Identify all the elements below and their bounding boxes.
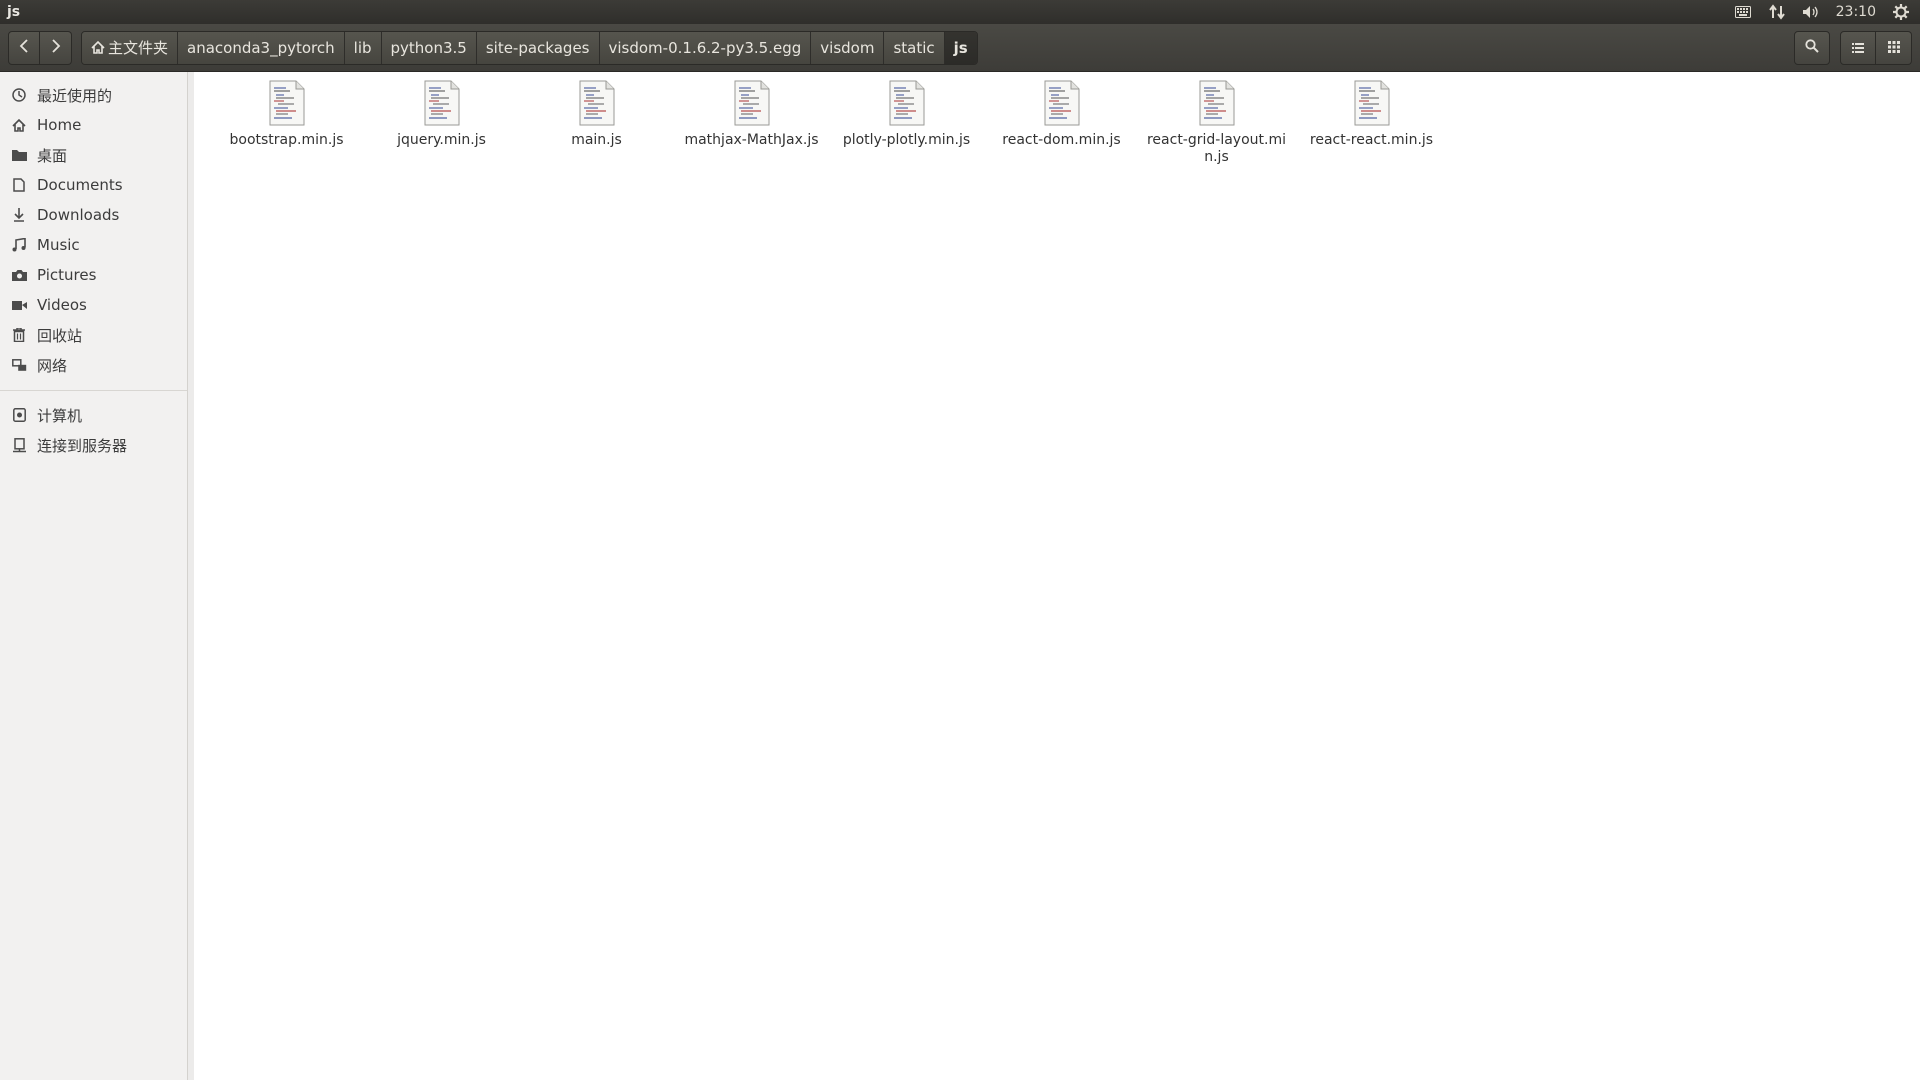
grid-view-icon xyxy=(1887,38,1900,57)
sidebar-item-videos[interactable]: Videos xyxy=(0,290,187,320)
network-icon xyxy=(10,357,28,373)
list-view-button[interactable] xyxy=(1840,30,1876,65)
file-item[interactable]: react-dom.min.js xyxy=(984,80,1139,166)
sidebar-item-label: Pictures xyxy=(37,266,97,284)
window-title: js xyxy=(7,4,21,20)
sidebar-item-label: Music xyxy=(37,236,80,254)
toolbar-right xyxy=(1794,30,1920,65)
javascript-file-icon xyxy=(422,80,462,126)
document-icon xyxy=(10,177,28,193)
file-view[interactable]: bootstrap.min.js jquery.min.js main.js math… xyxy=(194,72,1920,1080)
sidebar-item-music[interactable]: Music xyxy=(0,230,187,260)
sidebar-item-connect-server[interactable]: 连接到服务器 xyxy=(0,430,187,460)
video-icon xyxy=(10,297,28,313)
chevron-right-icon xyxy=(51,38,61,57)
home-icon xyxy=(10,117,28,133)
sidebar-item-documents[interactable]: Documents xyxy=(0,170,187,200)
nav-buttons xyxy=(8,30,72,65)
sidebar: 最近使用的 Home 桌面 Documents Downloads Music … xyxy=(0,72,188,1080)
javascript-file-icon xyxy=(1352,80,1392,126)
sidebar-item-label: 回收站 xyxy=(37,326,83,345)
list-view-icon xyxy=(1852,38,1864,57)
sidebar-item-label: Home xyxy=(37,116,82,134)
view-toggle xyxy=(1840,30,1912,65)
sidebar-item-desktop[interactable]: 桌面 xyxy=(0,140,187,170)
camera-icon xyxy=(10,267,28,283)
file-item[interactable]: react-grid-layout.min.js xyxy=(1139,80,1294,166)
breadcrumb: 主文件夹 anaconda3_pytorch lib python3.5 sit… xyxy=(81,30,978,65)
breadcrumb-visdom-egg[interactable]: visdom-0.1.6.2-py3.5.egg xyxy=(599,31,812,64)
sidebar-item-label: 计算机 xyxy=(37,406,83,425)
sidebar-item-home[interactable]: Home xyxy=(0,110,187,140)
file-name: react-grid-layout.min.js xyxy=(1146,132,1286,165)
breadcrumb-lib[interactable]: lib xyxy=(344,31,382,64)
javascript-file-icon xyxy=(732,80,772,126)
sidebar-item-label: Downloads xyxy=(37,206,120,224)
file-item[interactable]: react-react.min.js xyxy=(1294,80,1449,166)
file-name: react-dom.min.js xyxy=(1002,132,1121,148)
forward-button[interactable] xyxy=(40,30,72,65)
music-icon xyxy=(10,237,28,253)
javascript-file-icon xyxy=(1042,80,1082,126)
sidebar-item-downloads[interactable]: Downloads xyxy=(0,200,187,230)
search-button[interactable] xyxy=(1794,30,1830,65)
file-item[interactable]: mathjax-MathJax.js xyxy=(674,80,829,166)
clock[interactable]: 23:10 xyxy=(1836,4,1876,20)
sidebar-item-label: 网络 xyxy=(37,356,68,375)
clock-icon xyxy=(10,87,28,103)
javascript-file-icon xyxy=(267,80,307,126)
grid-view-button[interactable] xyxy=(1876,30,1912,65)
breadcrumb-js[interactable]: js xyxy=(944,31,977,64)
breadcrumb-visdom[interactable]: visdom xyxy=(811,31,885,64)
network-arrows-icon[interactable] xyxy=(1768,4,1786,20)
breadcrumb-static[interactable]: static xyxy=(884,31,945,64)
sidebar-item-network[interactable]: 网络 xyxy=(0,350,187,380)
sidebar-item-computer[interactable]: 计算机 xyxy=(0,400,187,430)
sidebar-item-label: Documents xyxy=(37,176,123,194)
search-icon xyxy=(1805,38,1819,57)
download-icon xyxy=(10,207,28,223)
breadcrumb-home[interactable]: 主文件夹 xyxy=(82,31,179,64)
back-button[interactable] xyxy=(8,30,40,65)
sidebar-item-label: 连接到服务器 xyxy=(37,436,128,455)
file-name: main.js xyxy=(571,132,622,148)
top-panel: js 23:10 xyxy=(0,0,1920,24)
file-name: plotly-plotly.min.js xyxy=(842,132,971,148)
breadcrumb-anaconda3-pytorch[interactable]: anaconda3_pytorch xyxy=(178,31,345,64)
folder-icon xyxy=(10,147,28,163)
sidebar-item-recent[interactable]: 最近使用的 xyxy=(0,80,187,110)
file-item[interactable]: jquery.min.js xyxy=(364,80,519,166)
sidebar-item-pictures[interactable]: Pictures xyxy=(0,260,187,290)
file-grid: bootstrap.min.js jquery.min.js main.js math… xyxy=(209,80,1449,166)
file-name: jquery.min.js xyxy=(397,132,486,148)
javascript-file-icon xyxy=(1197,80,1237,126)
gear-icon[interactable] xyxy=(1892,4,1910,20)
file-name: mathjax-MathJax.js xyxy=(684,132,819,148)
sidebar-item-trash[interactable]: 回收站 xyxy=(0,320,187,350)
breadcrumb-label: 主文件夹 xyxy=(108,39,169,57)
file-item[interactable]: plotly-plotly.min.js xyxy=(829,80,984,166)
breadcrumb-python3-5[interactable]: python3.5 xyxy=(381,31,477,64)
sidebar-divider xyxy=(0,390,187,391)
file-name: react-react.min.js xyxy=(1309,132,1434,148)
sidebar-item-label: 桌面 xyxy=(37,146,68,165)
sidebar-item-label: Videos xyxy=(37,296,87,314)
chevron-left-icon xyxy=(19,38,29,57)
computer-icon xyxy=(10,407,28,423)
toolbar: 主文件夹 anaconda3_pytorch lib python3.5 sit… xyxy=(0,24,1920,72)
system-tray: 23:10 xyxy=(1734,4,1920,20)
server-icon xyxy=(10,437,28,453)
trash-icon xyxy=(10,327,28,343)
home-icon xyxy=(91,41,105,54)
sidebar-item-label: 最近使用的 xyxy=(37,86,113,105)
javascript-file-icon xyxy=(577,80,617,126)
file-item[interactable]: bootstrap.min.js xyxy=(209,80,364,166)
file-name: bootstrap.min.js xyxy=(229,132,344,148)
volume-icon[interactable] xyxy=(1802,4,1820,20)
keyboard-icon[interactable] xyxy=(1734,4,1752,20)
javascript-file-icon xyxy=(887,80,927,126)
breadcrumb-site-packages[interactable]: site-packages xyxy=(476,31,600,64)
file-item[interactable]: main.js xyxy=(519,80,674,166)
